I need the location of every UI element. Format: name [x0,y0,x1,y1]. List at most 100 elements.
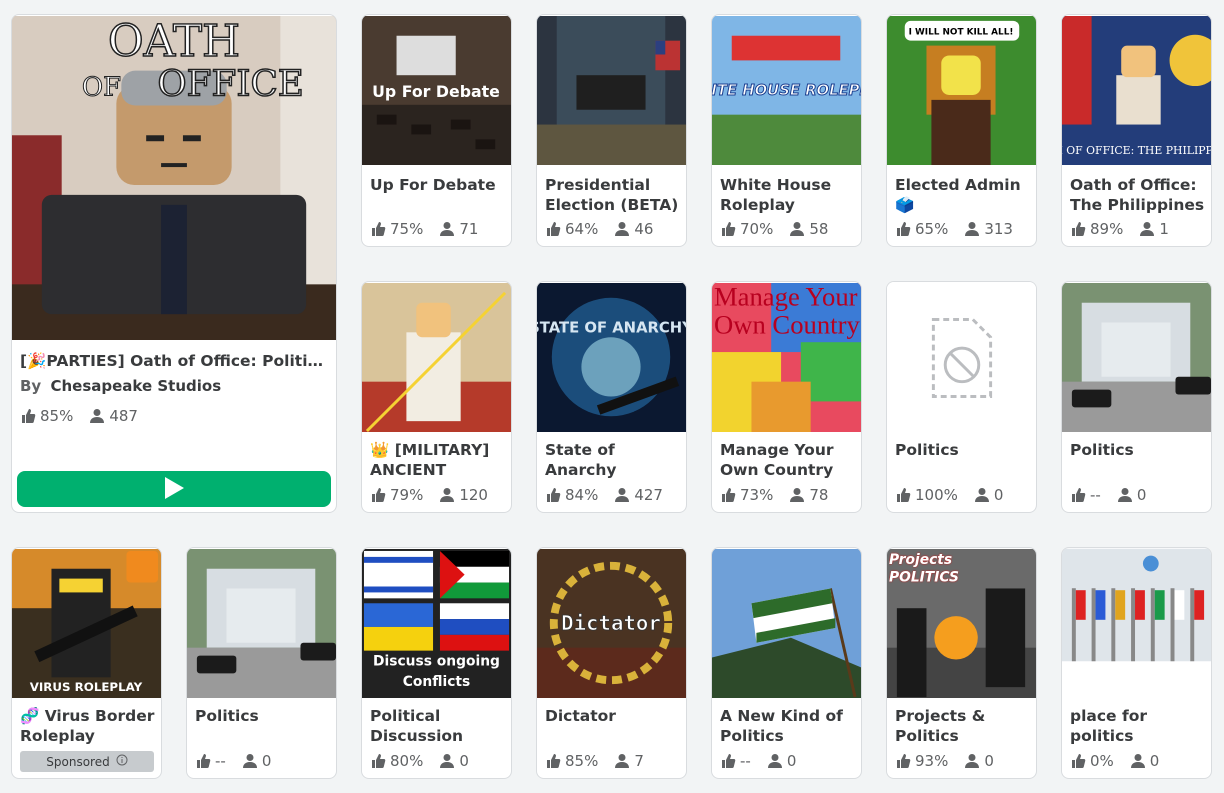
thumb-text: Manage Your Own Country [713,283,860,340]
game-card[interactable]: OATH OF OFFICE: THE PHILIPPINES Oath of … [1061,14,1212,247]
players-icon [242,753,258,769]
players-icon [767,753,783,769]
game-card[interactable]: STATE OF ANARCHY State of Anarchy (Hatsu… [536,281,687,513]
game-thumbnail[interactable]: Up For Debate [362,15,511,166]
game-thumbnail[interactable]: VIRUS ROLEPLAY [12,548,161,699]
player-count: 0 [786,752,797,770]
game-title[interactable]: Projects & Politics [895,706,1030,746]
game-title[interactable]: Elected Admin 🗳️ [895,175,1030,215]
thumbs-up-icon [545,753,561,769]
play-button[interactable] [17,471,331,507]
player-count: 71 [459,220,479,238]
player-count: 58 [809,220,829,238]
game-stats: -- 0 [1070,486,1146,504]
player-count: 0 [261,752,272,770]
game-card-sponsored[interactable]: VIRUS ROLEPLAY 🧬 Virus Border Roleplay S… [11,547,162,779]
game-thumbnail[interactable]: Dictator [537,548,686,699]
game-thumbnail[interactable] [712,548,861,699]
rating-value: 0% [1090,752,1114,770]
game-title[interactable]: Up For Debate [370,175,505,195]
game-thumbnail[interactable]: Discuss ongoing Conflicts [362,548,511,699]
game-title[interactable]: [🎉PARTIES] Oath of Office: Political… [20,351,330,371]
game-card[interactable]: Politics 100% 0 [886,281,1037,513]
game-stats: 85% 487 [20,407,138,425]
players-icon [439,487,455,503]
game-title[interactable]: Dictator [545,706,680,726]
rating-value: -- [740,752,751,770]
game-stats: 79% 120 [370,486,488,504]
thumbs-up-icon [370,221,386,237]
rating-value: 100% [915,486,958,504]
game-stats: -- 0 [720,752,796,770]
creator-name[interactable]: Chesapeake Studios [50,377,221,395]
game-title[interactable]: A New Kind of Politics [720,706,855,746]
game-thumbnail[interactable] [1062,282,1211,433]
game-card[interactable]: Politics -- 0 [186,547,337,779]
thumb-text: WHITE HOUSE ROLEPLAY [712,82,861,99]
thumb-text: Projects POLITICS [888,551,959,586]
game-card[interactable]: Politics -- 0 [1061,281,1212,513]
rating-value: 85% [565,752,599,770]
game-title[interactable]: Presidential Election (BETA) [545,175,680,215]
game-title[interactable]: 🧬 Virus Border Roleplay [20,706,155,746]
game-title[interactable]: Political Discussion [370,706,505,746]
players-icon [614,221,630,237]
rating-value: 80% [390,752,424,770]
sponsored-badge[interactable]: Sponsored [20,751,154,772]
game-title[interactable]: State of Anarchy (Hatsune Miku… [545,440,680,480]
thumbs-up-icon [895,487,911,503]
game-thumbnail[interactable]: Projects POLITICS [887,548,1036,699]
player-count: 1 [1159,220,1169,238]
game-thumbnail[interactable]: I WILL NOT KILL ALL! [887,15,1036,166]
game-stats: 89% 1 [1070,220,1169,238]
game-title[interactable]: Manage Your Own Country [720,440,855,480]
game-card[interactable]: Presidential Election (BETA) 64% 46 [536,14,687,247]
game-stats: 75% 71 [370,220,478,238]
players-icon [614,487,630,503]
game-card[interactable]: A New Kind of Politics -- 0 [711,547,862,779]
game-card[interactable]: Discuss ongoing Conflicts Political Disc… [361,547,512,779]
game-thumbnail[interactable]: WHITE HOUSE ROLEPLAY [712,15,861,166]
thumb-text: Up For Debate [372,82,500,101]
game-title[interactable]: Politics [1070,440,1205,460]
players-icon [964,221,980,237]
game-thumbnail[interactable]: OATH OF OFFICE: THE PHILIPPINES [1062,15,1211,166]
game-thumbnail[interactable]: OATH OF OFFICE [12,15,336,341]
game-thumbnail[interactable] [362,282,511,433]
game-card[interactable]: Up For Debate Up For Debate 75% 71 [361,14,512,247]
thumbs-up-icon [720,221,736,237]
game-card[interactable]: Dictator Dictator 85% 7 [536,547,687,779]
player-count: 0 [1136,486,1147,504]
game-thumbnail[interactable] [1062,548,1211,662]
game-card[interactable]: WHITE HOUSE ROLEPLAY White House Rolepla… [711,14,862,247]
game-title[interactable]: White House Roleplay [720,175,855,215]
thumb-text: I WILL NOT KILL ALL! [909,28,1014,38]
game-stats: 0% 0 [1070,752,1159,770]
game-stats: 80% 0 [370,752,469,770]
thumbs-up-icon [720,487,736,503]
game-title[interactable]: 👑 [MILITARY] ANCIENT EGYPT [370,440,505,480]
game-thumbnail[interactable] [887,282,1036,433]
thumb-text: OATH OF OFFICE: THE PHILIPPINES [1062,144,1211,157]
game-thumbnail[interactable]: STATE OF ANARCHY [537,282,686,433]
thumb-logo-text: OATH [108,16,240,67]
thumbs-up-icon [895,221,911,237]
game-thumbnail[interactable] [537,15,686,166]
players-icon [439,221,455,237]
game-thumbnail[interactable]: Manage Your Own Country [712,282,861,433]
game-card[interactable]: place for politics (created) 0% 0 [1061,547,1212,779]
game-title[interactable]: place for politics (created) [1070,706,1205,746]
thumb-text: STATE OF ANARCHY [537,319,686,336]
thumbs-up-icon [370,487,386,503]
game-card[interactable]: I WILL NOT KILL ALL! Elected Admin 🗳️ 65… [886,14,1037,247]
game-thumbnail[interactable] [187,548,336,699]
game-card[interactable]: Manage Your Own Country Manage Your Own … [711,281,862,513]
player-count: 7 [634,752,644,770]
game-card[interactable]: Projects POLITICS Projects & Politics 93… [886,547,1037,779]
game-card[interactable]: 👑 [MILITARY] ANCIENT EGYPT 79% 120 [361,281,512,513]
thumbs-up-icon [545,221,561,237]
game-title[interactable]: Politics [895,440,1030,460]
game-title[interactable]: Oath of Office: The Philippines [1070,175,1205,215]
featured-game-card[interactable]: OATH OF OFFICE [🎉PARTIES] Oath of Office… [11,14,337,513]
game-title[interactable]: Politics [195,706,330,726]
